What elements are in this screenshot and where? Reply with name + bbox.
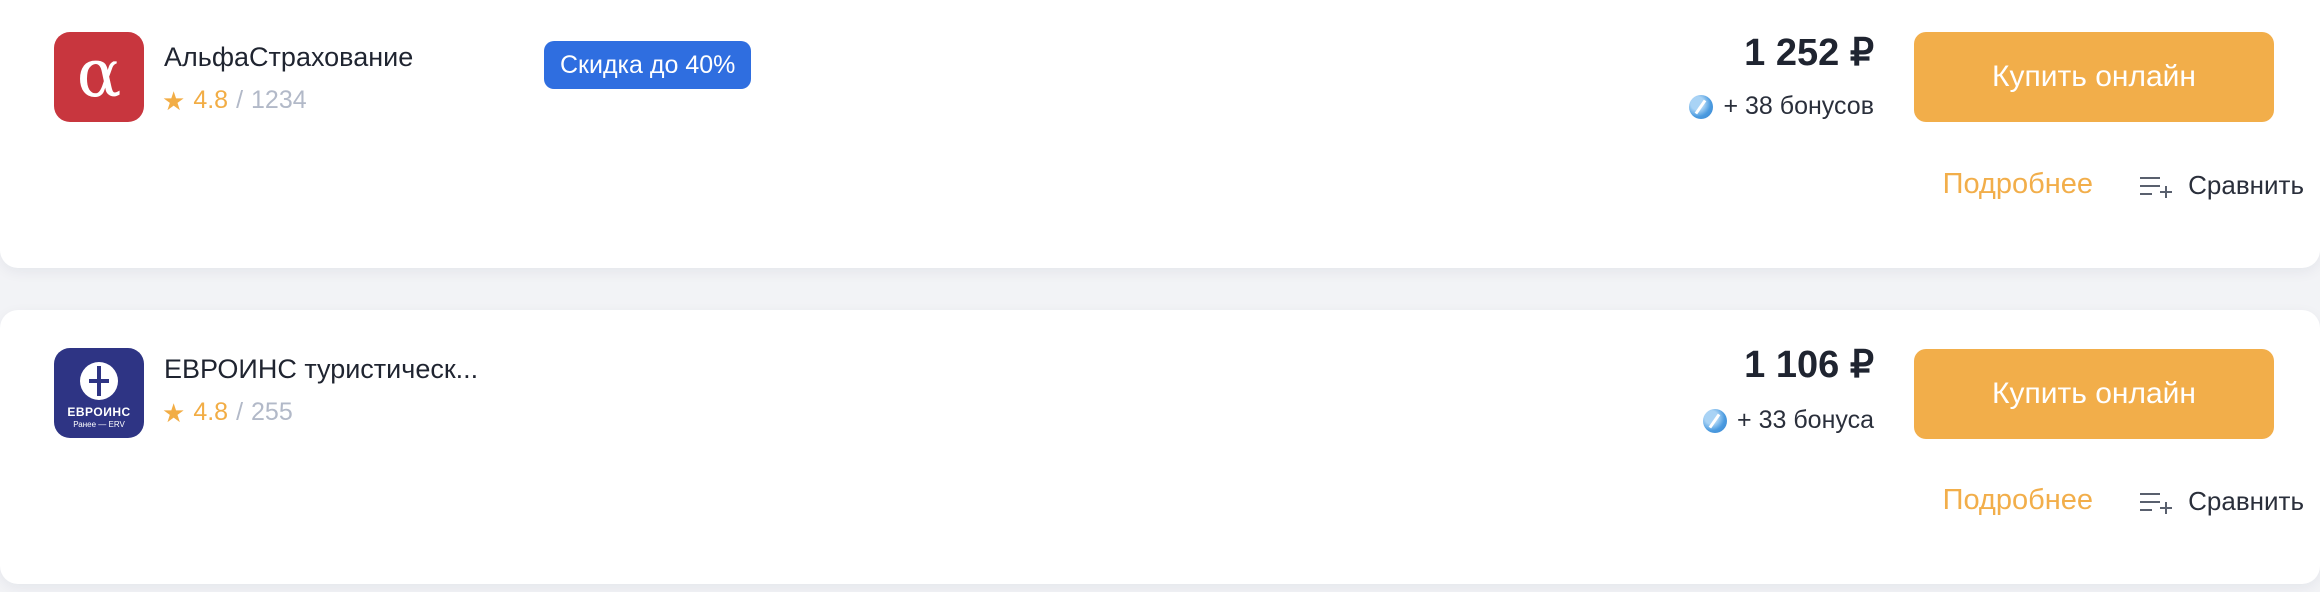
- rating-separator: /: [236, 398, 244, 426]
- details-link[interactable]: Подробнее: [1943, 484, 2093, 517]
- logo-name: ЕВРОИНС: [67, 404, 131, 419]
- rating-value: 4.8: [193, 86, 229, 114]
- reviews-count: 1234: [251, 86, 307, 114]
- bonus-coin-icon: [1703, 408, 1728, 433]
- company-name: ЕВРОИНС туристическ...: [164, 354, 479, 384]
- star-icon: ★: [162, 85, 186, 116]
- star-icon: ★: [162, 397, 186, 428]
- price: 1 106 ₽: [1744, 344, 1874, 386]
- alfastrakhovanie-logo: α: [54, 32, 144, 122]
- bonus-info: + 38 бонусов: [1689, 92, 1874, 121]
- reviews-count: 255: [251, 398, 293, 426]
- alpha-logo-icon: α: [76, 35, 122, 112]
- bonus-info: + 33 бонуса: [1703, 406, 1874, 435]
- offer-card: α АльфаСтрахование ★ 4.8 / 1234 Скидка д…: [0, 0, 2320, 268]
- compare-label: Сравнить: [2188, 170, 2304, 200]
- logo-subtitle: Ранее — ERV: [73, 419, 125, 429]
- company-name: АльфаСтрахование: [164, 42, 414, 72]
- rating: ★ 4.8 / 1234: [162, 86, 307, 115]
- offer-card: ЕВРОИНС Ранее — ERV ЕВРОИНС туристическ.…: [0, 310, 2320, 584]
- details-link[interactable]: Подробнее: [1943, 168, 2093, 201]
- evroins-logo: ЕВРОИНС Ранее — ERV: [54, 348, 144, 438]
- buy-online-button[interactable]: Купить онлайн: [1914, 32, 2274, 122]
- price: 1 252 ₽: [1744, 32, 1874, 74]
- evroins-emblem-icon: [80, 361, 118, 400]
- compare-button[interactable]: Сравнить: [2140, 170, 2304, 201]
- rating-value: 4.8: [193, 398, 229, 426]
- compare-button[interactable]: Сравнить: [2140, 486, 2304, 517]
- bonus-coin-icon: [1689, 94, 1714, 119]
- compare-label: Сравнить: [2188, 486, 2304, 516]
- compare-list-add-icon: [2140, 492, 2173, 514]
- compare-list-add-icon: [2140, 176, 2173, 198]
- rating: ★ 4.8 / 255: [162, 398, 293, 427]
- buy-online-button[interactable]: Купить онлайн: [1914, 349, 2274, 439]
- rating-separator: /: [236, 86, 244, 114]
- bonus-text: + 33 бонуса: [1737, 406, 1874, 434]
- bonus-text: + 38 бонусов: [1723, 92, 1874, 120]
- discount-badge: Скидка до 40%: [544, 41, 752, 89]
